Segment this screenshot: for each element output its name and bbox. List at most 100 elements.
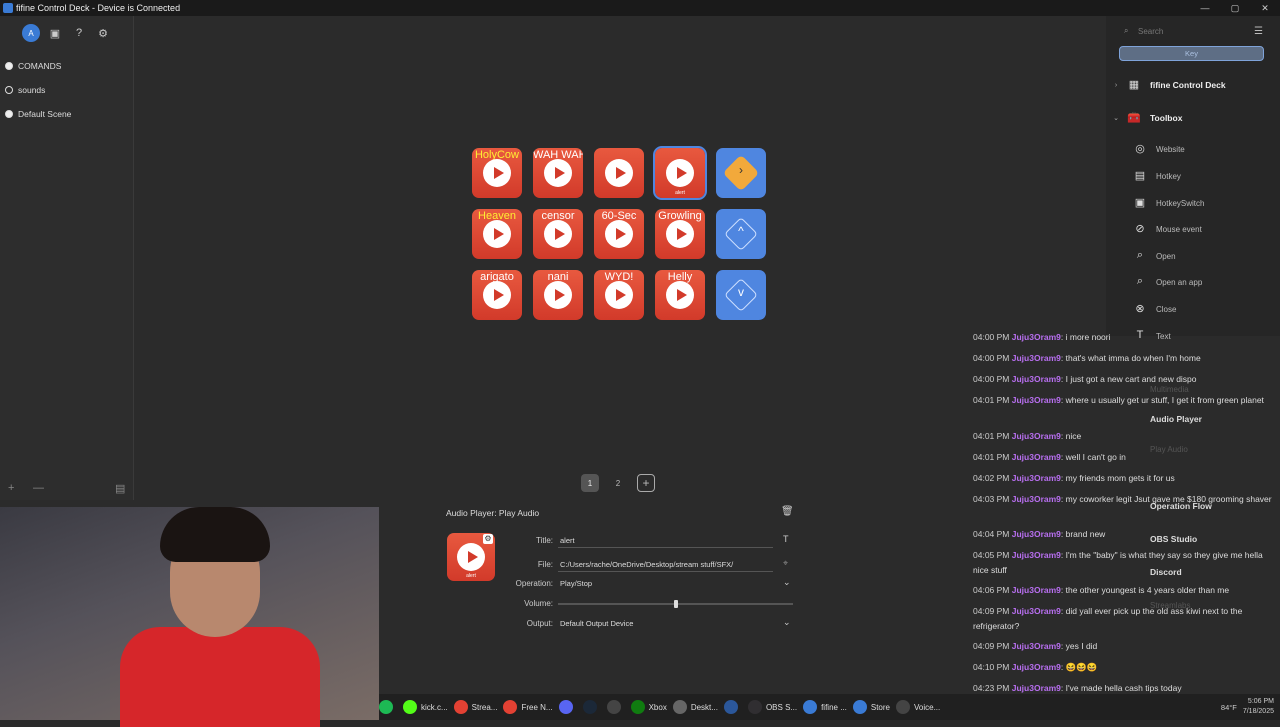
chat-time: 04:01 PM [973, 431, 1010, 441]
taskbar-app[interactable]: kick.c... [403, 694, 448, 720]
taskbar-app[interactable] [558, 694, 577, 720]
browse-icon[interactable]: ⌖ [783, 558, 788, 569]
tree-item[interactable]: ▣ HotkeySwitch [1106, 193, 1280, 213]
search-box[interactable]: ⌕ Search [1118, 26, 1246, 40]
scene-item[interactable]: Default Scene [0, 102, 133, 126]
deck-key-page-down[interactable]: v [716, 270, 766, 320]
taskbar-app[interactable] [582, 694, 601, 720]
title-label: Title: [535, 536, 553, 545]
search-input[interactable]: Search [1138, 27, 1163, 36]
taskbar-app[interactable]: Strea... [453, 694, 498, 720]
deck-key-audio[interactable]: HolyCow [472, 148, 522, 198]
key-button[interactable]: Key [1119, 46, 1264, 61]
remove-scene-button[interactable]: — [33, 482, 44, 494]
deck-key-page-up[interactable]: ^ [716, 209, 766, 259]
window-controls: — ▢ ✕ [1190, 0, 1280, 16]
chat-text: : nice [1060, 431, 1082, 441]
font-button[interactable]: T [783, 534, 789, 544]
list-icon[interactable]: ☰ [1254, 26, 1263, 37]
gear-icon[interactable]: ⚙ [94, 24, 112, 42]
play-icon [666, 220, 694, 248]
tree-item-icon: 🧰 [1127, 112, 1141, 124]
title-input[interactable]: alert [558, 534, 773, 548]
deck-key-audio[interactable]: WAH WAH [533, 148, 583, 198]
chat-message: 04:01 PM Juju3Oram9: well I can't go in [973, 450, 1273, 465]
deck-key-audio[interactable]: Growling [655, 209, 705, 259]
volume-slider[interactable] [558, 600, 793, 608]
deck-key-audio[interactable]: censor [533, 209, 583, 259]
tree-item[interactable]: ⊗ Close [1106, 299, 1280, 319]
chevron-down-icon[interactable]: ⌄ [783, 617, 791, 628]
deck-key-audio[interactable]: nani [533, 270, 583, 320]
chevron-icon: ⌄ [1113, 115, 1119, 122]
tree-item[interactable]: ▤ Hotkey [1106, 166, 1280, 186]
chat-user: Juju3Oram9 [1011, 395, 1061, 405]
output-select[interactable]: Default Output Device [558, 617, 793, 631]
trash-icon[interactable]: 🗑 [781, 506, 794, 517]
tree-item-icon: ⊘ [1135, 223, 1145, 235]
tree-item[interactable]: ⊘ Mouse event [1106, 219, 1280, 239]
deck-key-audio[interactable]: 60-Sec [594, 209, 644, 259]
chat-message: 04:02 PM Juju3Oram9: my friends mom gets… [973, 471, 1273, 486]
taskbar-app-label: Strea... [471, 702, 498, 712]
taskbar-app[interactable] [606, 694, 625, 720]
chat-text: : my coworker legit Jsut gave me $180 gr… [1060, 494, 1272, 504]
taskbar-app[interactable]: Voice... [896, 694, 940, 720]
play-icon [605, 220, 633, 248]
key-preview[interactable]: ⚙ alert [447, 533, 495, 581]
help-icon[interactable]: ? [70, 24, 88, 42]
tree-item[interactable]: ◎ Website [1106, 139, 1280, 159]
tree-item[interactable]: ⌕ Open an app [1106, 272, 1280, 292]
taskbar-app[interactable]: Deskt... [672, 694, 718, 720]
weather-label[interactable]: 84°F [1221, 703, 1237, 712]
layout-icon[interactable]: ▤ [115, 482, 125, 495]
deck-key-audio[interactable]: arigato [472, 270, 522, 320]
volume-slider-handle[interactable] [673, 600, 678, 608]
tree-item-label: Website [1156, 144, 1185, 154]
close-button[interactable]: ✕ [1250, 0, 1280, 16]
scene-item[interactable]: sounds [0, 78, 133, 102]
scene-item[interactable]: COMANDS [0, 54, 133, 78]
clock[interactable]: 5:06 PM 7/18/2025 [1243, 697, 1274, 717]
profile-icon[interactable]: A [22, 24, 40, 42]
page-2-button[interactable]: 2 [609, 474, 627, 492]
taskbar-app[interactable]: Xbox [630, 694, 667, 720]
deck-key-audio[interactable]: WYD! [594, 270, 644, 320]
cube-icon[interactable]: ▣ [46, 24, 64, 42]
chat-text: : well I can't go in [1060, 452, 1126, 462]
taskbar-app[interactable]: Store [852, 694, 890, 720]
minimize-button[interactable]: — [1190, 0, 1220, 16]
play-icon [457, 543, 485, 571]
operation-label: Operation: [515, 579, 553, 588]
chat-text: : the other youngest is 4 years older th… [1060, 585, 1230, 595]
deck-key-audio[interactable] [594, 148, 644, 198]
page-1-button[interactable]: 1 [581, 474, 599, 492]
taskbar-app[interactable]: OBS S... [747, 694, 797, 720]
deck-key-audio[interactable]: alert [653, 146, 707, 200]
tree-item[interactable]: › ▦ fifine Control Deck [1106, 75, 1280, 95]
taskbar-app[interactable] [379, 694, 397, 720]
deck-key-audio[interactable]: Heaven [472, 209, 522, 259]
add-scene-button[interactable]: + [8, 482, 14, 494]
chat-overlay: 04:00 PM Juju3Oram9: i more noori 04:00 P… [965, 330, 1280, 694]
tree-item[interactable]: ⌄ 🧰 Toolbox [1106, 108, 1280, 128]
taskbar-app-label: Store [870, 702, 890, 712]
taskbar-app[interactable]: Free N... [503, 694, 553, 720]
chat-text: : I've made hella cash tips today [1060, 683, 1182, 693]
file-path-input[interactable]: C:/Users/rache/OneDrive/Desktop/stream s… [558, 558, 773, 572]
chat-text: : where u usually get ur stuff, I get it… [1060, 395, 1264, 405]
taskbar-app[interactable]: fifine ... [803, 694, 847, 720]
taskbar-app-label: Deskt... [690, 702, 718, 712]
deck-key-audio[interactable]: Helly [655, 270, 705, 320]
chevron-down-icon[interactable]: ⌄ [783, 577, 791, 588]
add-page-button[interactable]: + [637, 474, 655, 492]
deck-key-folder[interactable]: › [716, 148, 766, 198]
operation-select[interactable]: Play/Stop [558, 577, 793, 591]
taskbar-app[interactable] [723, 694, 742, 720]
chat-message: 04:00 PM Juju3Oram9: i more noori [973, 330, 1273, 345]
tree-item[interactable]: ⌕ Open [1106, 246, 1280, 266]
sidebar-toolbar: A ▣ ? ⚙ [0, 16, 133, 42]
gear-icon[interactable]: ⚙ [483, 534, 493, 544]
tree-item-icon: ▣ [1134, 197, 1146, 209]
maximize-button[interactable]: ▢ [1220, 0, 1250, 16]
